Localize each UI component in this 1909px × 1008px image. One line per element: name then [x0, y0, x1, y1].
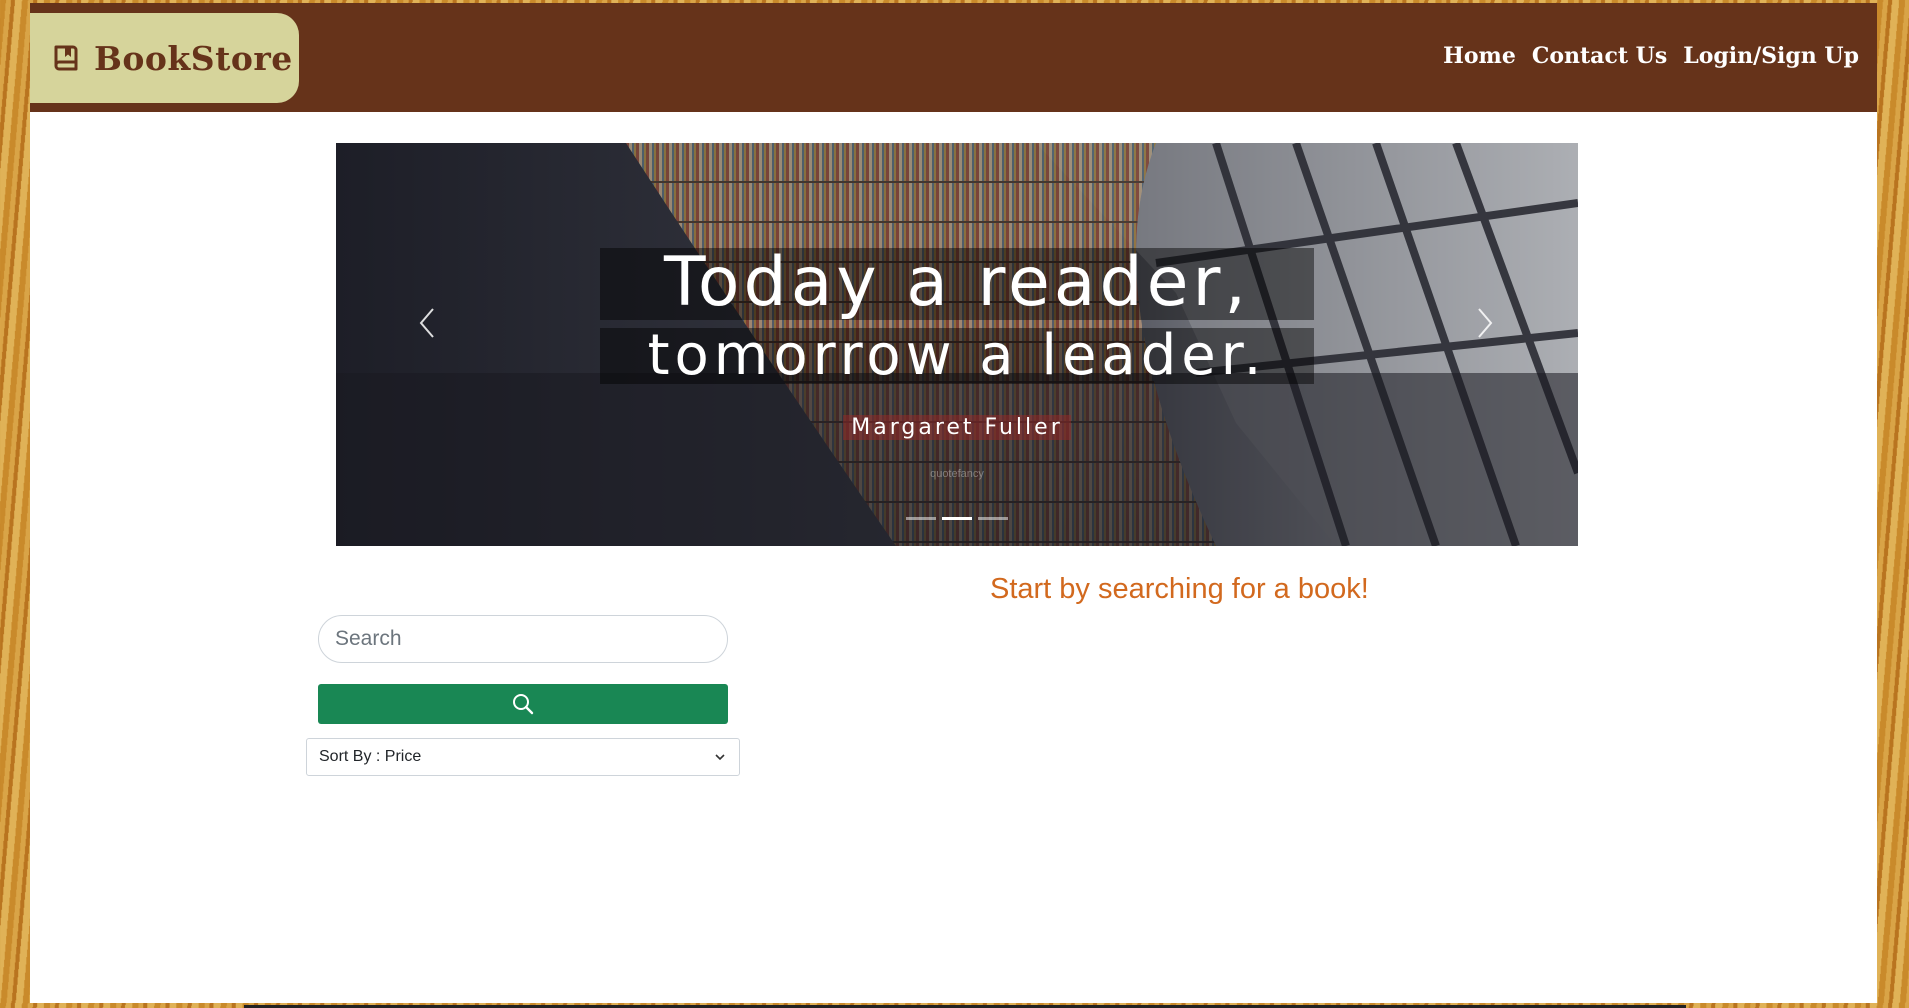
nav-home-link[interactable]: Home	[1443, 43, 1516, 69]
carousel-indicators	[336, 517, 1578, 520]
search-button[interactable]	[318, 684, 728, 724]
brand-name: BookStore	[94, 38, 293, 78]
nav-contact-link[interactable]: Contact Us	[1532, 43, 1667, 69]
navbar: BookStore Home Contact Us Login/Sign Up	[30, 3, 1877, 112]
search-prompt: Start by searching for a book!	[990, 573, 1369, 605]
carousel-quote-line1: Today a reader,	[663, 243, 1251, 322]
carousel-next-button[interactable]	[1464, 303, 1504, 343]
carousel-indicator-2[interactable]	[942, 517, 972, 520]
hero-carousel: Today a reader, tomorrow a leader. Marga…	[336, 143, 1578, 546]
carousel-watermark: quotefancy	[930, 468, 984, 480]
carousel-indicator-3[interactable]	[978, 517, 1008, 520]
carousel-quote-author: Margaret Fuller	[336, 415, 1578, 440]
search-input[interactable]	[318, 615, 728, 663]
nav-links: Home Contact Us Login/Sign Up	[1443, 43, 1859, 69]
book-icon	[54, 45, 78, 71]
nav-login-signup-link[interactable]: Login/Sign Up	[1683, 43, 1859, 69]
chevron-left-icon	[419, 308, 434, 338]
carousel-quote-line2: tomorrow a leader.	[647, 323, 1267, 388]
chevron-down-icon	[715, 754, 725, 761]
sort-by-value: Sort By : Price	[319, 748, 422, 765]
carousel-prev-button[interactable]	[408, 303, 448, 343]
search-icon	[513, 694, 534, 715]
page-container: BookStore Home Contact Us Login/Sign Up	[30, 3, 1877, 1008]
carousel-indicator-1[interactable]	[906, 517, 936, 520]
chevron-right-icon	[1478, 308, 1493, 338]
brand-logo[interactable]: BookStore	[30, 13, 299, 103]
sort-by-select[interactable]: Sort By : Price	[306, 738, 740, 776]
author-label: Margaret Fuller	[843, 415, 1071, 440]
